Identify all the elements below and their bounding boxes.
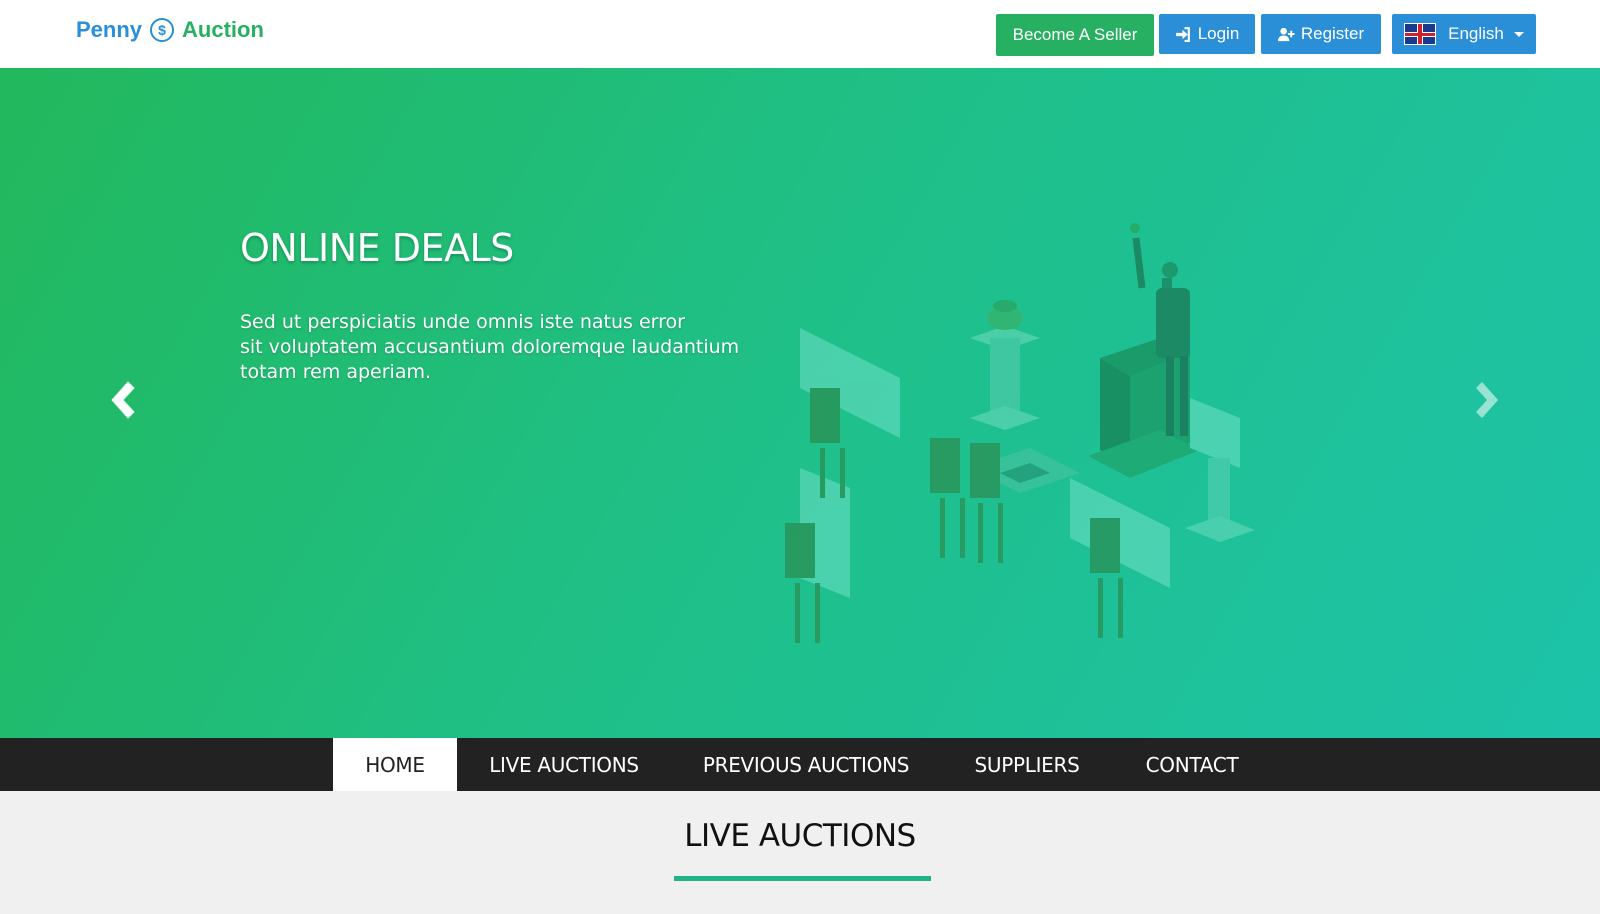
chevron-right-icon[interactable] bbox=[1468, 378, 1508, 422]
site-logo[interactable]: Penny $ Auction bbox=[76, 14, 264, 46]
auction-illustration bbox=[785, 223, 1255, 643]
become-seller-button[interactable]: Become A Seller bbox=[996, 14, 1154, 56]
chevron-left-icon[interactable] bbox=[102, 378, 142, 422]
login-button[interactable]: Login bbox=[1159, 14, 1255, 54]
caret-down-icon bbox=[1513, 31, 1524, 37]
login-label: Login bbox=[1197, 24, 1240, 43]
logo-word-auction: Auction bbox=[182, 17, 264, 42]
hero-slider: ONLINE DEALS Sed ut perspiciatis unde om… bbox=[0, 68, 1600, 738]
main-navigation: HOME LIVE AUCTIONS PREVIOUS AUCTIONS SUP… bbox=[0, 738, 1600, 791]
nav-live-auctions[interactable]: LIVE AUCTIONS bbox=[474, 738, 654, 791]
hero-line: Sed ut perspiciatis unde omnis iste natu… bbox=[240, 311, 685, 333]
nav-contact[interactable]: CONTACT bbox=[1132, 738, 1252, 791]
section-title: LIVE AUCTIONS bbox=[684, 818, 916, 854]
hero-title: ONLINE DEALS bbox=[240, 226, 514, 270]
become-seller-label: Become A Seller bbox=[1012, 25, 1138, 44]
sign-in-icon bbox=[1175, 26, 1190, 42]
uk-flag-icon bbox=[1404, 23, 1437, 45]
site-header: Penny $ Auction Become A Seller Login Re… bbox=[0, 0, 1600, 68]
register-label: Register bbox=[1300, 24, 1365, 43]
nav-previous-auctions[interactable]: PREVIOUS AUCTIONS bbox=[690, 738, 922, 791]
hero-description: Sed ut perspiciatis unde omnis iste natu… bbox=[240, 310, 760, 385]
nav-home[interactable]: HOME bbox=[333, 738, 457, 791]
language-label: English bbox=[1448, 24, 1504, 43]
language-dropdown[interactable]: English bbox=[1392, 14, 1536, 54]
section-underline bbox=[674, 876, 931, 881]
hero-line: totam rem aperiam. bbox=[240, 361, 432, 383]
register-button[interactable]: Register bbox=[1261, 14, 1381, 54]
coin-icon: $ bbox=[150, 18, 175, 42]
hero-line: sit voluptatem accusantium doloremque la… bbox=[240, 336, 740, 358]
user-plus-icon bbox=[1277, 27, 1295, 41]
nav-suppliers[interactable]: SUPPLIERS bbox=[956, 738, 1098, 791]
logo-word-penny: Penny bbox=[76, 17, 143, 42]
